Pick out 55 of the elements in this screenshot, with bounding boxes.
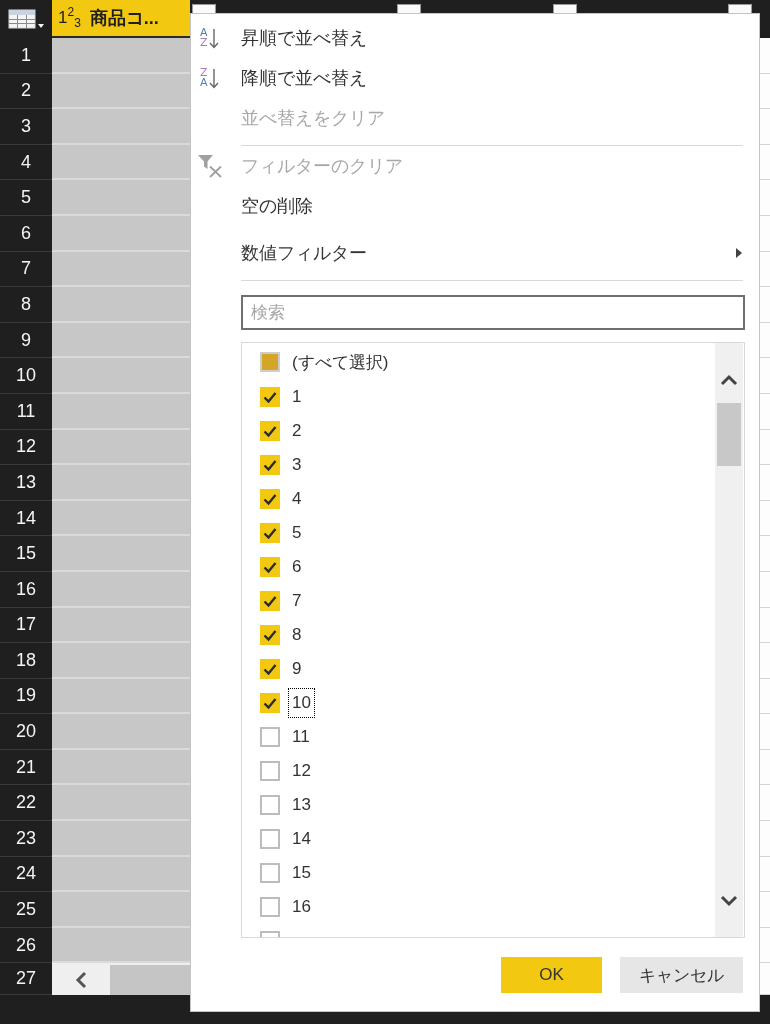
checkbox[interactable] xyxy=(260,659,280,679)
menu-item[interactable]: A Z 昇順で並べ替え xyxy=(191,18,743,58)
value-label[interactable]: (すべて選択) xyxy=(288,345,393,379)
search-field[interactable]: 検索 xyxy=(241,295,745,330)
ok-button[interactable]: OK xyxy=(501,957,602,993)
value-label[interactable]: 1 xyxy=(288,382,306,412)
value-label[interactable]: 16 xyxy=(288,892,315,922)
value-label[interactable]: 11 xyxy=(288,722,314,752)
cancel-button[interactable]: キャンセル xyxy=(620,957,743,993)
column-filter-button[interactable] xyxy=(553,4,577,13)
value-label[interactable]: 5 xyxy=(288,518,306,548)
scrollbar-thumb[interactable] xyxy=(110,965,190,995)
checkbox[interactable] xyxy=(260,352,280,372)
value-label[interactable]: 7 xyxy=(288,586,306,616)
checkbox[interactable] xyxy=(260,795,280,815)
checkbox[interactable] xyxy=(260,455,280,475)
column-filter-button[interactable] xyxy=(397,4,421,13)
clear-filter-icon xyxy=(197,154,223,178)
checkbox[interactable] xyxy=(260,489,280,509)
chevron-down-icon[interactable] xyxy=(720,895,738,907)
checkbox[interactable] xyxy=(260,761,280,781)
value-label[interactable]: 13 xyxy=(288,790,315,820)
chevron-left-icon xyxy=(74,971,88,990)
chevron-up-icon[interactable] xyxy=(720,374,738,386)
scrollbar-thumb[interactable] xyxy=(717,403,741,466)
column-header[interactable]: 1$^{2}$$_{3}$ 商品コ... xyxy=(52,0,190,38)
checkbox[interactable] xyxy=(260,863,280,883)
value-label[interactable]: 9 xyxy=(288,654,306,684)
checkbox[interactable] xyxy=(260,523,280,543)
value-label[interactable]: 4 xyxy=(288,484,306,514)
column-title: 商品コ... xyxy=(89,7,159,30)
submenu-arrow-icon xyxy=(736,248,742,258)
checkbox[interactable] xyxy=(260,625,280,645)
column-filter-button[interactable] xyxy=(728,4,752,13)
checkbox[interactable] xyxy=(260,897,280,917)
value-label[interactable]: 12 xyxy=(288,756,315,786)
value-label[interactable]: 6 xyxy=(288,552,306,582)
checkbox[interactable] xyxy=(260,727,280,747)
checkbox[interactable] xyxy=(260,591,280,611)
column-filter-button[interactable] xyxy=(192,4,216,13)
value-label[interactable]: 3 xyxy=(288,450,306,480)
menu-item[interactable]: 空の削除 xyxy=(191,186,743,226)
checkbox[interactable] xyxy=(260,829,280,849)
menu-item[interactable]: 数値フィルター xyxy=(191,226,743,280)
value-label[interactable]: 10 xyxy=(288,688,315,718)
menu-item[interactable]: Z A 降順で並べ替え xyxy=(191,58,743,98)
checkbox[interactable] xyxy=(260,557,280,577)
checkbox[interactable] xyxy=(260,693,280,713)
value-label[interactable]: 8 xyxy=(288,620,306,650)
checkbox[interactable] xyxy=(260,387,280,407)
value-label[interactable]: 14 xyxy=(288,824,315,854)
table-dropdown-icon[interactable] xyxy=(8,9,44,29)
value-label[interactable]: 15 xyxy=(288,858,315,888)
checkbox[interactable] xyxy=(260,421,280,441)
value-label[interactable]: 2 xyxy=(288,416,306,446)
